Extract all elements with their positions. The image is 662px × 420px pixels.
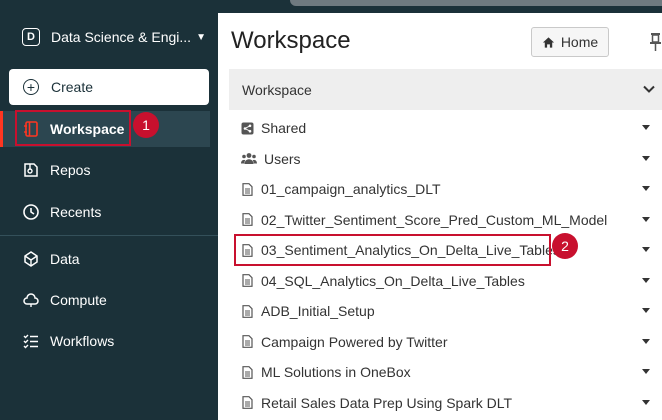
sidebar-item-workflows[interactable]: Workflows [0, 323, 210, 359]
data-icon [24, 251, 38, 267]
sidebar-divider [0, 235, 218, 236]
list-item[interactable]: Campaign Powered by Twitter [229, 327, 662, 358]
sidebar-item-label: Repos [50, 162, 91, 178]
repos-icon [24, 163, 38, 177]
workflows-icon [23, 334, 38, 349]
caret-down-icon[interactable] [642, 308, 650, 313]
home-button-label: Home [560, 34, 599, 50]
notebook-icon [242, 365, 253, 379]
workspace-logo-icon: D [22, 28, 40, 46]
home-icon [542, 36, 554, 48]
caret-down-icon: ▼ [196, 31, 206, 43]
caret-down-icon[interactable] [642, 338, 650, 344]
caret-down-icon[interactable] [642, 369, 650, 374]
notebook-icon [242, 304, 253, 318]
caret-down-icon[interactable] [642, 277, 650, 283]
caret-down-icon[interactable] [642, 186, 650, 191]
list-item[interactable]: Shared [229, 113, 662, 144]
sidebar-item-data[interactable]: Data [0, 241, 210, 277]
workspace-browser-header[interactable]: Workspace [229, 69, 662, 110]
workspace-panel: Workspace Home Workspace Shared Users 01… [218, 13, 662, 420]
top-bar [0, 0, 662, 13]
notebook-icon [242, 274, 253, 288]
list-item-label: ADB_Initial_Setup [261, 303, 375, 320]
sidebar: D Data Science & Engi... ▼ + Create Work… [0, 13, 218, 420]
sidebar-item-label: Data [50, 251, 80, 267]
caret-down-icon[interactable] [642, 125, 650, 130]
plus-circle-icon: + [23, 79, 39, 95]
list-item[interactable]: Users [229, 144, 662, 175]
notebook-icon [242, 335, 253, 349]
notebook-icon [242, 213, 253, 227]
notebook-highlight-box [234, 234, 551, 266]
notebook-icon [242, 182, 253, 196]
workspace-name: Data Science & Engi... [51, 29, 192, 45]
list-item-label: 04_SQL_Analytics_On_Delta_Live_Tables [261, 272, 525, 289]
list-item[interactable]: 01_campaign_analytics_DLT [229, 174, 662, 205]
pin-icon[interactable] [649, 32, 662, 52]
caret-down-icon[interactable] [642, 247, 650, 252]
workspace-switcher[interactable]: D Data Science & Engi... ▼ [22, 26, 206, 48]
list-item-label: Shared [261, 120, 307, 137]
chevron-down-icon[interactable] [642, 82, 656, 96]
list-item-label: Retail Sales Data Prep Using Spark DLT [261, 394, 513, 411]
list-item[interactable]: Retail Sales Data Prep Using Spark DLT [229, 388, 662, 419]
create-label: Create [51, 79, 94, 95]
step-marker-2: 2 [552, 233, 578, 259]
sidebar-item-compute[interactable]: Compute [0, 282, 210, 318]
list-item-label: ML Solutions in OneBox [261, 364, 411, 381]
share-icon [241, 122, 254, 135]
list-item-label: Campaign Powered by Twitter [261, 333, 448, 350]
caret-down-icon[interactable] [642, 155, 650, 161]
create-button[interactable]: + Create [9, 69, 209, 105]
list-item[interactable]: 04_SQL_Analytics_On_Delta_Live_Tables [229, 266, 662, 297]
list-item-label: Users [264, 150, 301, 167]
compute-icon [23, 293, 39, 307]
home-button[interactable]: Home [531, 27, 609, 57]
caret-down-icon[interactable] [642, 216, 650, 222]
list-item-label: 02_Twitter_Sentiment_Score_Pred_Custom_M… [261, 211, 608, 228]
notebook-icon [242, 396, 253, 410]
users-icon [241, 153, 257, 165]
sidebar-item-label: Workflows [50, 333, 115, 349]
sidebar-item-label: Compute [50, 292, 107, 308]
list-item[interactable]: ADB_Initial_Setup [229, 296, 662, 327]
search-bar[interactable] [290, 0, 662, 6]
clock-icon [23, 204, 39, 220]
page-title: Workspace [231, 27, 351, 54]
sidebar-item-recents[interactable]: Recents [0, 194, 210, 230]
list-item-label: 01_campaign_analytics_DLT [261, 181, 441, 198]
list-item[interactable]: ML Solutions in OneBox [229, 357, 662, 388]
sidebar-item-label: Recents [50, 204, 102, 220]
step-marker-1: 1 [133, 112, 159, 138]
workspace-highlight-box [15, 110, 131, 146]
caret-down-icon[interactable] [642, 399, 650, 405]
list-item[interactable]: 02_Twitter_Sentiment_Score_Pred_Custom_M… [229, 205, 662, 236]
browser-header-label: Workspace [242, 81, 312, 98]
sidebar-item-repos[interactable]: Repos [0, 152, 210, 188]
